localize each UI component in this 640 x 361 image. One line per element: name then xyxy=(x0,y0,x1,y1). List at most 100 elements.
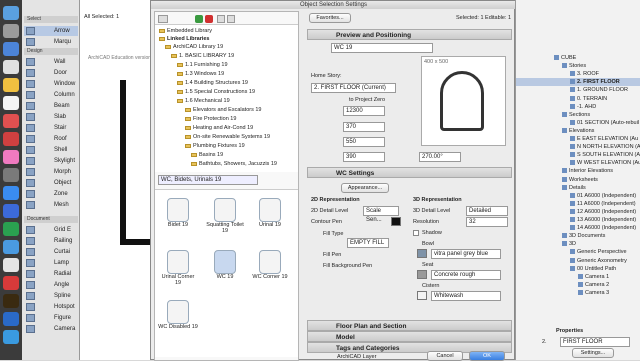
tool-column[interactable]: Column xyxy=(24,90,78,100)
navigator-item[interactable]: 3D xyxy=(516,240,640,248)
folder-select[interactable]: WC, Bidets, Urinals 19 xyxy=(158,175,258,185)
tree-item[interactable]: 1.5 Special Constructions 19 xyxy=(177,88,255,96)
object-thumbnail[interactable]: Squatting Toilet 19 xyxy=(205,198,245,238)
navigator-item[interactable]: 11 A6000 (Independent) xyxy=(516,200,640,208)
tree-item[interactable]: Elevators and Escalators 19 xyxy=(185,106,261,114)
tree-item[interactable]: 1. BASIC LIBRARY 19 xyxy=(171,52,234,60)
photoshop-icon[interactable] xyxy=(3,312,19,326)
tool-beam[interactable]: Beam xyxy=(24,101,78,111)
navigator-item[interactable]: Interior Elevations xyxy=(516,167,640,175)
navigator-item[interactable]: 12 A6000 (Independent) xyxy=(516,208,640,216)
tool-wall[interactable]: Wall xyxy=(24,57,78,67)
pdf-icon[interactable] xyxy=(3,114,19,128)
detail2d-select[interactable]: Scale Sen... xyxy=(363,206,399,223)
navigator-item[interactable]: Worksheets xyxy=(516,176,640,184)
tool-angle[interactable]: Angle xyxy=(24,280,78,290)
favorites-button[interactable]: Favorites... xyxy=(309,13,351,23)
navigator-item[interactable]: 2. FIRST FLOOR xyxy=(516,78,640,87)
seat-swatch[interactable] xyxy=(417,270,427,279)
navigator-item[interactable]: Sections xyxy=(516,111,640,119)
finder-icon[interactable] xyxy=(3,6,19,20)
navigator-item[interactable]: Generic Perspective xyxy=(516,248,640,256)
safari-icon[interactable] xyxy=(3,42,19,56)
object-thumbnail[interactable]: WC 19 xyxy=(205,250,245,290)
navigator-item[interactable]: 01 SECTION (Auto-rebuil xyxy=(516,119,640,127)
tool-lamp[interactable]: Lamp xyxy=(24,258,78,268)
tree-item[interactable]: On-site Renewable Systems 19 xyxy=(185,133,270,141)
navigator-item[interactable]: S SOUTH ELEVATION (A xyxy=(516,151,640,159)
tree-item[interactable]: ArchiCAD Library 19 xyxy=(165,43,223,51)
tool-stair[interactable]: Stair xyxy=(24,123,78,133)
tree-item[interactable]: 1.1 Furnishing 19 xyxy=(177,61,228,69)
navigator-item[interactable]: 1. GROUND FLOOR xyxy=(516,86,640,94)
tree-item[interactable]: 1.6 Mechanical 19 xyxy=(177,97,230,105)
navigator-item[interactable]: 0. TERRAIN xyxy=(516,95,640,103)
navigator-item[interactable]: 01 A6000 (Independent) xyxy=(516,192,640,200)
detail3d-select[interactable]: Detailed xyxy=(466,206,508,216)
tool-hotspot[interactable]: Hotspot xyxy=(24,302,78,312)
tool-figure[interactable]: Figure xyxy=(24,313,78,323)
photo-icon[interactable] xyxy=(3,276,19,290)
navigator-item[interactable]: 13 A6000 (Independent) xyxy=(516,216,640,224)
fill-type-select[interactable]: EMPTY FILL xyxy=(347,238,389,248)
navigator-item[interactable]: E EAST ELEVATION (Au xyxy=(516,135,640,143)
tool-window[interactable]: Window xyxy=(24,79,78,89)
bowl-swatch[interactable] xyxy=(417,249,427,258)
depth-field[interactable]: 550 xyxy=(343,137,385,147)
navigator-item[interactable]: CUBE xyxy=(516,54,640,62)
object-thumbnail[interactable]: Urinal 19 xyxy=(250,198,290,238)
launchpad-icon[interactable] xyxy=(3,24,19,38)
word-icon[interactable] xyxy=(3,240,19,254)
tool-camera[interactable]: Camera xyxy=(24,324,78,334)
messages-icon[interactable] xyxy=(3,222,19,236)
navigator-item[interactable]: 14 A6000 (Independent) xyxy=(516,224,640,232)
elevation-field[interactable]: 12300 xyxy=(343,106,385,116)
arrow-tool[interactable]: Arrow xyxy=(24,26,78,36)
tree-item[interactable]: Basins 19 xyxy=(191,151,223,159)
tree-item[interactable]: Fire Protection 19 xyxy=(185,115,236,123)
section-floor-plan[interactable]: Floor Plan and Section xyxy=(307,320,512,331)
navigator-item[interactable]: 3D Documents xyxy=(516,232,640,240)
seat-material[interactable]: Concrete rough xyxy=(431,270,501,280)
tree-item[interactable]: 1.4 Building Structures 19 xyxy=(177,79,248,87)
tool-zone[interactable]: Zone xyxy=(24,189,78,199)
tool-shell[interactable]: Shell xyxy=(24,145,78,155)
navigator-item[interactable]: Camera 3 xyxy=(516,289,640,297)
tool-door[interactable]: Door xyxy=(24,68,78,78)
tool-curtai[interactable]: Curtai xyxy=(24,247,78,257)
navigator-item[interactable]: Details xyxy=(516,184,640,192)
tool-grid e[interactable]: Grid E xyxy=(24,225,78,235)
library-view-icon[interactable] xyxy=(158,15,168,23)
section-model[interactable]: Model xyxy=(307,331,512,342)
tool-mesh[interactable]: Mesh xyxy=(24,200,78,210)
object-thumbnail[interactable]: Urinal Corner 19 xyxy=(158,250,198,290)
acrobat-icon[interactable] xyxy=(3,132,19,146)
itunes-icon[interactable] xyxy=(3,150,19,164)
zoom-icon[interactable] xyxy=(3,330,19,344)
tree-linked[interactable]: Linked Libraries xyxy=(159,35,210,43)
width-field[interactable]: 370 xyxy=(343,122,385,132)
tree-item[interactable]: Heating and Air-Cond 19 xyxy=(185,124,253,132)
wc-settings-header[interactable]: WC Settings xyxy=(307,167,512,178)
tree-item[interactable]: Plumbing Fixtures 19 xyxy=(185,142,245,150)
tool-object[interactable]: Object xyxy=(24,178,78,188)
preview-positioning-header[interactable]: Preview and Positioning xyxy=(307,29,512,40)
remove-icon[interactable] xyxy=(205,15,213,23)
height-field[interactable]: 390 xyxy=(343,152,385,162)
resolution-field[interactable]: 32 xyxy=(466,217,508,227)
settings-button[interactable]: Settings... xyxy=(572,348,614,358)
mail-icon[interactable] xyxy=(3,60,19,74)
cistern-swatch[interactable] xyxy=(417,291,427,300)
marquee-tool[interactable]: Marqu xyxy=(24,37,78,47)
tool-morph[interactable]: Morph xyxy=(24,167,78,177)
story-name-field[interactable]: FIRST FLOOR xyxy=(560,337,630,347)
navigator-item[interactable]: W WEST ELEVATION (Au xyxy=(516,159,640,167)
object-thumbnail[interactable]: WC Corner 19 xyxy=(250,250,290,290)
navigator-item[interactable]: Camera 1 xyxy=(516,273,640,281)
navigator-item[interactable]: -1. AHD xyxy=(516,103,640,111)
navigator-item[interactable]: Generic Axonometry xyxy=(516,257,640,265)
navigator-item[interactable]: 00 Untitled Path xyxy=(516,265,640,273)
angle-field[interactable]: 270.00° xyxy=(419,152,461,162)
add-icon[interactable] xyxy=(195,15,203,23)
settings-icon[interactable] xyxy=(227,15,235,23)
